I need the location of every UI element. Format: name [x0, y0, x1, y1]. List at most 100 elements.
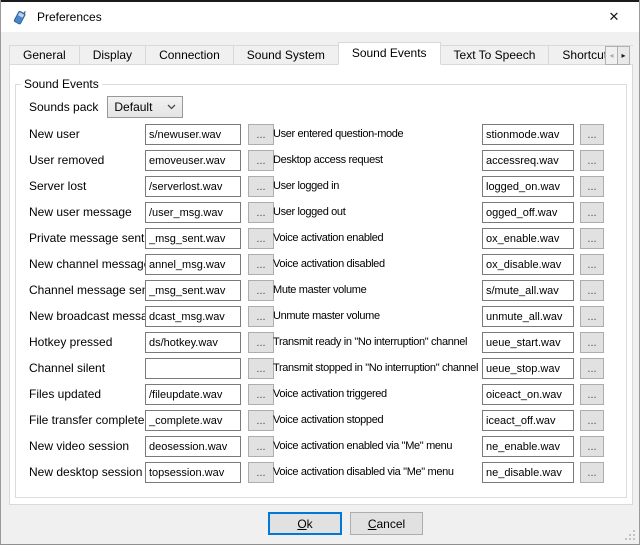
sound-file-input[interactable]: [482, 332, 574, 353]
browse-button[interactable]: ...: [580, 280, 604, 301]
sound-file-input[interactable]: [482, 150, 574, 171]
sound-file-input[interactable]: [145, 358, 241, 379]
sound-file-input[interactable]: [145, 254, 241, 275]
sound-event-label: Unmute master volume: [273, 306, 482, 326]
sound-event-row: Desktop access request ...: [273, 150, 604, 176]
browse-button[interactable]: ...: [248, 306, 274, 327]
browse-button[interactable]: ...: [580, 384, 604, 405]
browse-button[interactable]: ...: [580, 436, 604, 457]
tab-page-sound-events: Sound Events Sounds pack Default New use…: [9, 64, 633, 505]
tab-scrollers: ◂ ▸: [605, 46, 630, 65]
browse-button[interactable]: ...: [248, 228, 274, 249]
browse-button[interactable]: ...: [248, 384, 274, 405]
sound-file-input[interactable]: [145, 332, 241, 353]
browse-button[interactable]: ...: [248, 410, 274, 431]
tab-label: Sound Events: [352, 46, 427, 60]
sound-file-input[interactable]: [482, 254, 574, 275]
browse-button[interactable]: ...: [580, 462, 604, 483]
browse-button[interactable]: ...: [580, 202, 604, 223]
sound-file-input[interactable]: [482, 202, 574, 223]
browse-button[interactable]: ...: [248, 176, 274, 197]
sound-file-input[interactable]: [145, 202, 241, 223]
sound-file-input[interactable]: [482, 358, 574, 379]
sounds-pack-value: Default: [114, 100, 152, 114]
sound-file-input[interactable]: [482, 462, 574, 483]
sound-event-label: New video session: [29, 436, 145, 456]
tab-scroll-right-button[interactable]: ▸: [617, 46, 630, 65]
browse-button[interactable]: ...: [580, 150, 604, 171]
sound-file-input[interactable]: [482, 124, 574, 145]
sound-event-row: New desktop session ...: [29, 462, 274, 488]
sound-file-input[interactable]: [482, 228, 574, 249]
sound-file-input[interactable]: [145, 462, 241, 483]
tab-label: Display: [93, 48, 132, 62]
browse-button[interactable]: ...: [248, 124, 274, 145]
sound-file-input[interactable]: [482, 384, 574, 405]
tab-sound-events[interactable]: Sound Events: [338, 42, 441, 65]
browse-button[interactable]: ...: [580, 358, 604, 379]
sound-file-input[interactable]: [145, 384, 241, 405]
sound-file-input[interactable]: [145, 280, 241, 301]
browse-button[interactable]: ...: [580, 176, 604, 197]
browse-button[interactable]: ...: [248, 202, 274, 223]
sound-event-row: Transmit ready in "No interruption" chan…: [273, 332, 604, 358]
sound-event-label: Files updated: [29, 384, 145, 404]
browse-button[interactable]: ...: [248, 254, 274, 275]
sounds-pack-select[interactable]: Default: [107, 96, 183, 118]
tab-bar: General Display Connection Sound System …: [9, 42, 633, 65]
browse-button[interactable]: ...: [580, 254, 604, 275]
sound-file-input[interactable]: [145, 410, 241, 431]
resize-grip[interactable]: [625, 530, 635, 540]
sound-event-row: User logged out ...: [273, 202, 604, 228]
titlebar[interactable]: Preferences ✕: [1, 2, 639, 32]
sound-event-label: User logged out: [273, 202, 482, 222]
sound-file-input[interactable]: [482, 410, 574, 431]
sound-event-row: User logged in ...: [273, 176, 604, 202]
sound-event-label: New user: [29, 124, 145, 144]
sound-file-input[interactable]: [482, 176, 574, 197]
tab-label: Connection: [159, 48, 220, 62]
sound-event-row: Voice activation enabled via "Me" menu .…: [273, 436, 604, 462]
browse-button[interactable]: ...: [580, 124, 604, 145]
sound-event-label: Transmit stopped in "No interruption" ch…: [273, 358, 482, 378]
browse-button[interactable]: ...: [580, 410, 604, 431]
browse-button[interactable]: ...: [248, 358, 274, 379]
sound-event-label: Voice activation triggered: [273, 384, 482, 404]
tab-text-to-speech[interactable]: Text To Speech: [440, 45, 550, 65]
sound-file-input[interactable]: [145, 306, 241, 327]
sound-file-input[interactable]: [482, 306, 574, 327]
browse-button[interactable]: ...: [580, 306, 604, 327]
browse-button[interactable]: ...: [248, 280, 274, 301]
sound-events-column-right: User entered question-mode ... Desktop a…: [273, 124, 604, 488]
window-title: Preferences: [37, 10, 102, 24]
browse-button[interactable]: ...: [248, 436, 274, 457]
sound-file-input[interactable]: [145, 150, 241, 171]
browse-button[interactable]: ...: [580, 228, 604, 249]
tab-connection[interactable]: Connection: [145, 45, 234, 65]
sound-file-input[interactable]: [482, 280, 574, 301]
sound-event-label: Private message sent: [29, 228, 145, 248]
sound-event-row: Channel message sent ...: [29, 280, 274, 306]
sound-event-row: Server lost ...: [29, 176, 274, 202]
browse-button[interactable]: ...: [248, 462, 274, 483]
browse-button[interactable]: ...: [248, 150, 274, 171]
close-icon[interactable]: ✕: [599, 9, 629, 25]
sound-file-input[interactable]: [145, 436, 241, 457]
sound-event-row: Files updated ...: [29, 384, 274, 410]
sound-event-label: New user message: [29, 202, 145, 222]
ok-button[interactable]: Ok: [268, 512, 342, 535]
tab-general[interactable]: General: [9, 45, 80, 65]
sound-event-row: New user ...: [29, 124, 274, 150]
browse-button[interactable]: ...: [580, 332, 604, 353]
tab-sound-system[interactable]: Sound System: [233, 45, 339, 65]
sound-event-label: Voice activation disabled via "Me" menu: [273, 462, 482, 482]
sound-file-input[interactable]: [482, 436, 574, 457]
sound-file-input[interactable]: [145, 228, 241, 249]
sound-event-label: New channel message: [29, 254, 145, 274]
sound-event-label: New broadcast message: [29, 306, 145, 326]
tab-display[interactable]: Display: [79, 45, 146, 65]
cancel-button[interactable]: Cancel: [350, 512, 423, 535]
browse-button[interactable]: ...: [248, 332, 274, 353]
sound-file-input[interactable]: [145, 124, 241, 145]
sound-file-input[interactable]: [145, 176, 241, 197]
